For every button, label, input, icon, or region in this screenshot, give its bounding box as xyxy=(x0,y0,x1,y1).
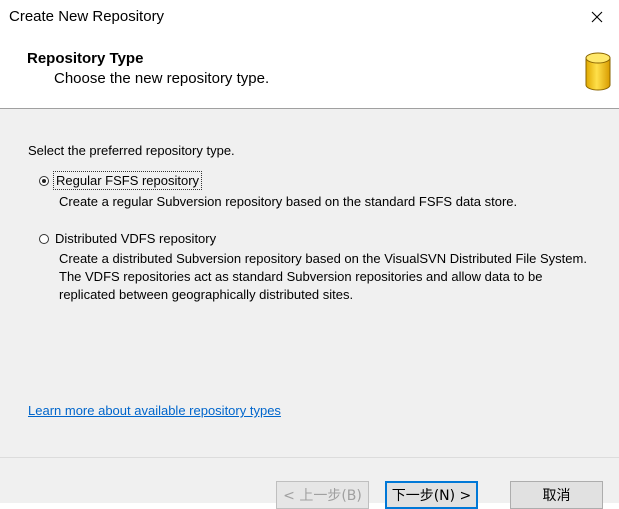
page-subtitle: Choose the new repository type. xyxy=(54,70,270,87)
next-button[interactable]: 下一步(N) > xyxy=(385,481,478,509)
close-button[interactable] xyxy=(575,0,619,34)
database-icon xyxy=(585,52,611,91)
radio-regular-fsfs[interactable] xyxy=(39,175,49,186)
wizard-content: Select the preferred repository type. Re… xyxy=(0,109,619,457)
learn-more-link[interactable]: Learn more about available repository ty… xyxy=(28,403,281,418)
radio-distributed-vdfs[interactable] xyxy=(39,233,49,244)
option-distributed-vdfs-label[interactable]: Distributed VDFS repository xyxy=(53,230,218,247)
option-regular-fsfs-description: Create a regular Subversion repository b… xyxy=(59,194,518,209)
option-distributed-vdfs[interactable]: Distributed VDFS repository xyxy=(39,230,218,247)
cancel-button[interactable]: 取消 xyxy=(510,481,603,509)
option-regular-fsfs[interactable]: Regular FSFS repository xyxy=(39,171,203,190)
option-distributed-vdfs-description: Create a distributed Subversion reposito… xyxy=(59,251,587,302)
prompt-text: Select the preferred repository type. xyxy=(28,143,235,158)
back-button[interactable]: < 上一步(B) xyxy=(276,481,369,509)
wizard-header: Repository Type Choose the new repositor… xyxy=(0,34,619,109)
page-title: Repository Type xyxy=(27,50,144,67)
title-bar: Create New Repository xyxy=(0,0,619,34)
window-title: Create New Repository xyxy=(9,8,165,25)
wizard-footer: < 上一步(B) 下一步(N) > 取消 xyxy=(0,457,619,509)
close-icon xyxy=(591,11,603,23)
option-regular-fsfs-label[interactable]: Regular FSFS repository xyxy=(53,171,203,190)
